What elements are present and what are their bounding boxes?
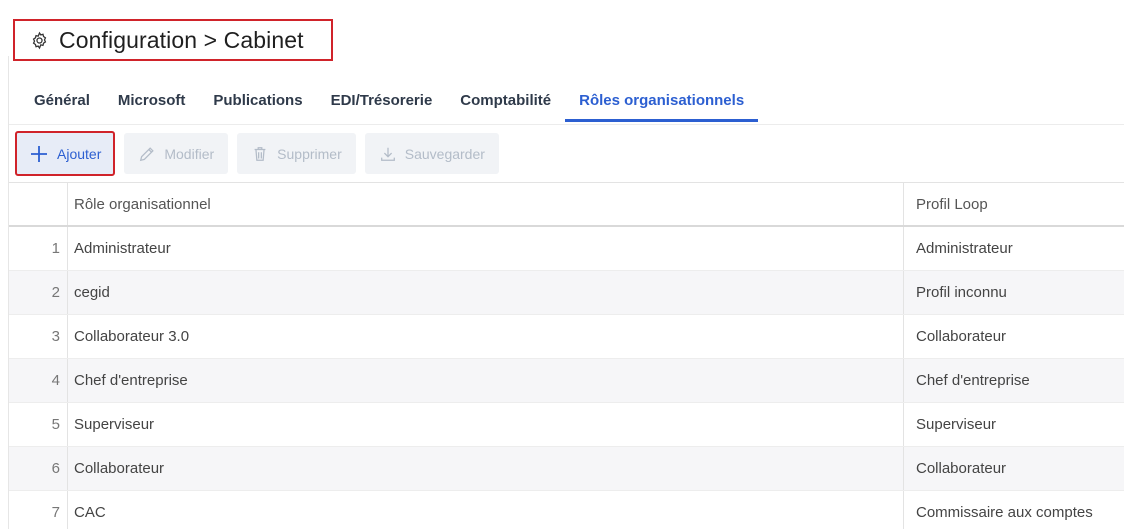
row-number: 3	[51, 328, 60, 345]
tabs-divider	[9, 124, 1124, 125]
roles-table: Rôle organisationnel Profil Loop 1 Admin…	[9, 182, 1124, 529]
column-header-role[interactable]: Rôle organisationnel	[67, 183, 903, 225]
row-number: 2	[51, 284, 60, 301]
download-icon	[380, 147, 395, 161]
role-cell[interactable]: Collaborateur 3.0	[67, 315, 903, 358]
add-button-label: Ajouter	[57, 145, 102, 162]
toolbar: Ajouter Modifier Supprimer Sauvegarder	[15, 131, 508, 176]
gear-icon	[32, 31, 47, 49]
column-header-profile[interactable]: Profil Loop	[903, 183, 1124, 225]
pencil-icon	[140, 146, 155, 161]
delete-button[interactable]: Supprimer	[237, 133, 356, 174]
table-row[interactable]: 7 CAC Commissaire aux comptes	[9, 491, 1124, 529]
table-row[interactable]: 3 Collaborateur 3.0 Collaborateur	[9, 315, 1124, 359]
profile-cell[interactable]: Profil inconnu	[903, 271, 1124, 314]
profile-cell[interactable]: Collaborateur	[903, 315, 1124, 358]
row-number: 4	[51, 372, 60, 389]
edit-button[interactable]: Modifier	[124, 133, 229, 174]
save-button[interactable]: Sauvegarder	[364, 133, 499, 174]
role-cell[interactable]: CAC	[67, 491, 903, 529]
role-cell[interactable]: Chef d'entreprise	[67, 359, 903, 402]
row-number: 5	[51, 416, 60, 433]
tab-edi-tresorerie[interactable]: EDI/Trésorerie	[317, 82, 447, 122]
tab-bar: Général Microsoft Publications EDI/Tréso…	[20, 82, 759, 124]
tab-general[interactable]: Général	[20, 82, 104, 122]
table-row[interactable]: 6 Collaborateur Collaborateur	[9, 447, 1124, 491]
table-header: Rôle organisationnel Profil Loop	[9, 182, 1124, 227]
row-number: 1	[51, 240, 60, 257]
trash-icon	[254, 146, 266, 161]
tab-publications[interactable]: Publications	[199, 82, 316, 122]
table-row[interactable]: 4 Chef d'entreprise Chef d'entreprise	[9, 359, 1124, 403]
save-button-label: Sauvegarder	[404, 145, 485, 162]
tab-microsoft[interactable]: Microsoft	[104, 82, 200, 122]
add-button[interactable]: Ajouter	[15, 131, 116, 176]
edit-button-label: Modifier	[164, 145, 215, 162]
tab-comptabilite[interactable]: Comptabilité	[446, 82, 565, 122]
profile-cell[interactable]: Superviseur	[903, 403, 1124, 446]
row-number-header	[9, 183, 67, 225]
row-number: 7	[51, 504, 60, 521]
role-cell[interactable]: Administrateur	[67, 227, 903, 270]
profile-cell[interactable]: Collaborateur	[903, 447, 1124, 490]
role-cell[interactable]: cegid	[67, 271, 903, 314]
row-number: 6	[51, 460, 60, 477]
role-cell[interactable]: Collaborateur	[67, 447, 903, 490]
table-row[interactable]: 2 cegid Profil inconnu	[9, 271, 1124, 315]
page-title: Configuration > Cabinet	[59, 26, 304, 53]
profile-cell[interactable]: Commissaire aux comptes	[903, 491, 1124, 529]
role-cell[interactable]: Superviseur	[67, 403, 903, 446]
plus-icon	[31, 145, 47, 162]
profile-cell[interactable]: Administrateur	[903, 227, 1124, 270]
tab-roles-organisationnels[interactable]: Rôles organisationnels	[565, 82, 759, 122]
table-row[interactable]: 5 Superviseur Superviseur	[9, 403, 1124, 447]
table-row[interactable]: 1 Administrateur Administrateur	[9, 227, 1124, 271]
delete-button-label: Supprimer	[277, 145, 342, 162]
page-header: Configuration > Cabinet	[13, 19, 333, 61]
profile-cell[interactable]: Chef d'entreprise	[903, 359, 1124, 402]
